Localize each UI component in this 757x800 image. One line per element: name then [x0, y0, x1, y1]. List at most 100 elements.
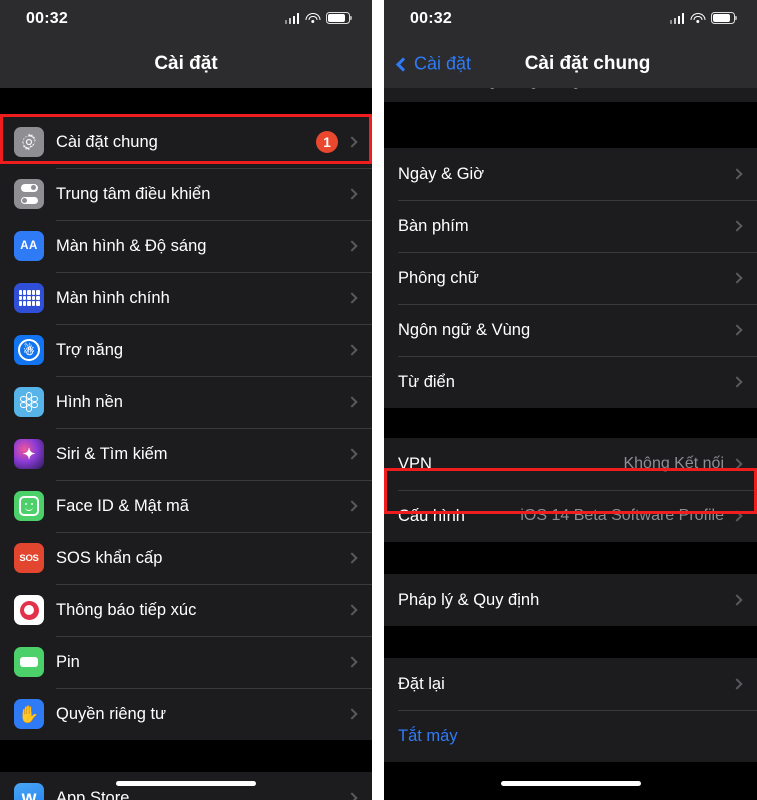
battery-icon	[711, 12, 738, 24]
sidebar-item-label: Màn hình chính	[56, 288, 170, 307]
sidebar-item-label: Hình nền	[56, 392, 123, 411]
left-phone-screen: 00:32 Cài đặt Cài đặt chung 1 Trung tâm …	[0, 0, 372, 800]
panel-gap	[372, 0, 384, 800]
sidebar-item-siri-search[interactable]: ✦ Siri & Tìm kiếm	[0, 428, 372, 480]
section-gap	[384, 626, 757, 658]
sidebar-item-control-center[interactable]: Trung tâm điều khiển	[0, 168, 372, 220]
sidebar-item-wallpaper[interactable]: Hình nền	[0, 376, 372, 428]
sidebar-item-emergency-sos[interactable]: SOS SOS khẩn cấp	[0, 532, 372, 584]
list-item-label: Tắt máy	[398, 726, 458, 745]
sidebar-item-home-screen[interactable]: Màn hình chính	[0, 272, 372, 324]
list-item-label: Ngày & Giờ	[398, 164, 485, 183]
status-badge: 1	[316, 131, 338, 153]
chevron-right-icon	[346, 792, 358, 800]
chevron-right-icon	[346, 240, 358, 252]
chevron-right-icon	[346, 656, 358, 668]
chevron-right-icon	[731, 220, 743, 232]
cellular-bars-icon	[669, 12, 684, 24]
list-item-language-region[interactable]: Ngôn ngữ & Vùng	[384, 304, 757, 356]
status-indicators	[284, 12, 353, 24]
list-item-profile[interactable]: Cấu hình iOS 14 Beta Software Profile	[384, 490, 757, 542]
cellular-bars-icon	[284, 12, 299, 24]
list-item-label: Ngôn ngữ & Vùng	[398, 320, 531, 339]
wallpaper-icon	[14, 387, 44, 417]
sidebar-item-label: Pin	[56, 652, 80, 671]
chevron-right-icon	[346, 396, 358, 408]
sidebar-item-display-brightness[interactable]: AA Màn hình & Độ sáng	[0, 220, 372, 272]
list-item-fonts[interactable]: Phông chữ	[384, 252, 757, 304]
status-time: 00:32	[26, 10, 68, 27]
right-status-bar: 00:32	[384, 0, 757, 40]
chevron-right-icon	[346, 604, 358, 616]
status-indicators	[669, 12, 738, 24]
sidebar-item-label: Trợ năng	[56, 340, 124, 359]
list-item-label: Làm mới ứng dụng trong nền	[398, 88, 733, 90]
sidebar-item-label: Siri & Tìm kiếm	[56, 444, 168, 463]
list-item-shut-down[interactable]: Tắt máy	[384, 710, 757, 762]
list-item-label: Pháp lý & Quy định	[398, 590, 540, 609]
list-item-label: Bàn phím	[398, 216, 469, 235]
chevron-right-icon	[346, 500, 358, 512]
display-brightness-icon: AA	[14, 231, 44, 261]
settings-group-primary: Cài đặt chung 1 Trung tâm điều khiển AA …	[0, 116, 372, 740]
right-nav-bar: Cài đặt Cài đặt chung	[384, 40, 757, 88]
chevron-right-icon	[731, 594, 743, 606]
sidebar-item-battery[interactable]: Pin	[0, 636, 372, 688]
gear-icon	[14, 127, 44, 157]
sidebar-item-exposure-notifications[interactable]: Thông báo tiếp xúc	[0, 584, 372, 636]
sidebar-item-app-store[interactable]: w App Store	[0, 772, 372, 800]
list-item-legal-regulatory[interactable]: Pháp lý & Quy định	[384, 574, 757, 626]
settings-group-store: w App Store	[0, 772, 372, 800]
chevron-right-icon	[731, 376, 743, 388]
chevron-right-icon	[346, 552, 358, 564]
chevron-right-icon	[346, 448, 358, 460]
wifi-icon	[690, 12, 705, 24]
chevron-right-icon	[346, 708, 358, 720]
sidebar-item-accessibility[interactable]: ☃ Trợ năng	[0, 324, 372, 376]
list-item-date-time[interactable]: Ngày & Giờ	[384, 148, 757, 200]
left-status-bar: 00:32	[0, 0, 372, 40]
list-item-label: Từ điển	[398, 372, 455, 391]
settings-group-legal: Pháp lý & Quy định	[384, 574, 757, 626]
partially-scrolled-row[interactable]: Làm mới ứng dụng trong nền	[384, 88, 757, 102]
list-item-dictionary[interactable]: Từ điển	[384, 356, 757, 408]
home-indicator	[500, 781, 641, 786]
list-item-label: Đặt lại	[398, 674, 445, 693]
sidebar-item-face-id[interactable]: Face ID & Mật mã	[0, 480, 372, 532]
list-item-vpn[interactable]: VPN Không Kết nối	[384, 438, 757, 490]
settings-group-reset: Đặt lại Tắt máy	[384, 658, 757, 762]
sos-icon: SOS	[14, 543, 44, 573]
sidebar-item-label: Quyền riêng tư	[56, 704, 167, 723]
left-scroll-area[interactable]: Cài đặt chung 1 Trung tâm điều khiển AA …	[0, 88, 372, 800]
chevron-right-icon	[346, 344, 358, 356]
chevron-right-icon	[731, 168, 743, 180]
settings-group-locale: Ngày & Giờ Bàn phím Phông chữ Ngôn ngữ &…	[384, 148, 757, 408]
chevron-right-icon	[346, 188, 358, 200]
chevron-right-icon	[731, 458, 743, 470]
sidebar-item-label: SOS khẩn cấp	[56, 548, 163, 567]
list-item-value: iOS 14 Beta Software Profile	[520, 507, 724, 524]
app-store-icon: w	[14, 783, 44, 800]
list-item-label: Cấu hình	[398, 506, 465, 525]
home-indicator	[116, 781, 256, 786]
chevron-right-icon	[731, 272, 743, 284]
list-item-background-refresh[interactable]: Làm mới ứng dụng trong nền	[384, 88, 757, 102]
chevron-left-icon	[395, 56, 411, 72]
privacy-hand-icon: ✋	[14, 699, 44, 729]
sidebar-item-privacy[interactable]: ✋ Quyền riêng tư	[0, 688, 372, 740]
list-item-reset[interactable]: Đặt lại	[384, 658, 757, 710]
sidebar-item-label: Thông báo tiếp xúc	[56, 600, 197, 619]
list-item-label: VPN	[398, 454, 432, 473]
sidebar-item-general[interactable]: Cài đặt chung 1	[0, 116, 372, 168]
back-button[interactable]: Cài đặt	[395, 54, 471, 75]
section-gap	[384, 408, 757, 438]
chevron-right-icon	[731, 510, 743, 522]
wifi-icon	[305, 12, 320, 24]
right-scroll-area[interactable]: Làm mới ứng dụng trong nền Ngày & Giờ Bà…	[384, 88, 757, 800]
chevron-right-icon	[346, 292, 358, 304]
chevron-right-icon	[731, 324, 743, 336]
sidebar-item-label: Cài đặt chung	[56, 132, 158, 151]
list-item-keyboard[interactable]: Bàn phím	[384, 200, 757, 252]
screenshot-stage: 00:32 Cài đặt Cài đặt chung 1 Trung tâm …	[0, 0, 757, 800]
battery-icon	[14, 647, 44, 677]
